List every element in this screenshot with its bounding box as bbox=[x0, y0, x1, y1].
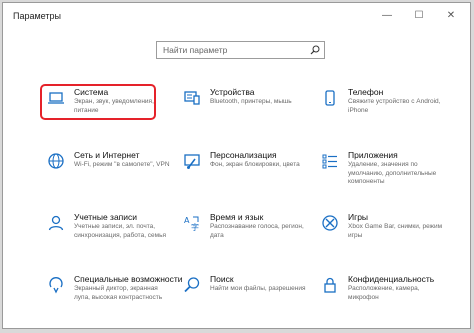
category-devices[interactable]: Устройства Bluetooth, принтеры, мышь bbox=[175, 82, 310, 134]
category-description: Распознавание голоса, регион, дата bbox=[210, 223, 304, 239]
category-description: Фон, экран блокировки, цвета bbox=[210, 161, 300, 168]
category-search[interactable]: Поиск Найти мои файлы, разрешения bbox=[175, 269, 310, 321]
xbox-icon bbox=[321, 214, 339, 232]
svg-text:A: A bbox=[184, 216, 190, 225]
minimize-button[interactable]: — bbox=[376, 7, 398, 25]
window-title: Параметры bbox=[13, 11, 61, 21]
category-title: Специальные возможности bbox=[74, 274, 183, 284]
brush-icon bbox=[183, 152, 201, 170]
category-description: Учетные записи, эл. почта, синхронизация… bbox=[74, 223, 167, 239]
category-description: Wi-Fi, режим "в самолете", VPN bbox=[74, 161, 170, 168]
category-accounts[interactable]: Учетные записи Учетные записи, эл. почта… bbox=[39, 207, 174, 259]
category-accessibility[interactable]: Специальные возможности Экранный диктор,… bbox=[39, 269, 183, 321]
category-title: Телефон bbox=[348, 87, 384, 97]
category-title: Приложения bbox=[348, 150, 398, 160]
category-gaming[interactable]: Игры Xbox Game Bar, снимки, режим игры bbox=[313, 207, 448, 259]
category-description: Bluetooth, принтеры, мышь bbox=[210, 98, 292, 105]
lock-icon bbox=[321, 276, 339, 294]
search-icon[interactable] bbox=[310, 45, 320, 55]
category-description: Экранный диктор, экранная лупа, высокая … bbox=[74, 285, 163, 301]
category-apps[interactable]: Приложения Удаление, значения по умолчан… bbox=[313, 145, 448, 197]
category-title: Сеть и Интернет bbox=[74, 150, 140, 160]
close-button[interactable]: ✕ bbox=[440, 7, 462, 25]
category-time-language[interactable]: A字 Время и язык Распознавание голоса, ре… bbox=[175, 207, 310, 259]
apps-list-icon bbox=[321, 152, 339, 170]
category-title: Игры bbox=[348, 212, 369, 222]
category-title: Поиск bbox=[210, 274, 234, 284]
category-description: Удаление, значения по умолчанию, дополни… bbox=[348, 161, 437, 186]
settings-window: Параметры — ☐ ✕ Найти параметр Система Э… bbox=[2, 2, 471, 329]
category-title: Устройства bbox=[210, 87, 255, 97]
search-input[interactable]: Найти параметр bbox=[163, 45, 227, 55]
highlight-frame bbox=[40, 84, 156, 120]
svg-text:字: 字 bbox=[191, 222, 199, 232]
category-network[interactable]: Сеть и Интернет Wi-Fi, режим "в самолете… bbox=[39, 145, 174, 197]
category-personalization[interactable]: Персонализация Фон, экран блокировки, цв… bbox=[175, 145, 310, 197]
search-box[interactable]: Найти параметр bbox=[156, 41, 325, 59]
category-title: Время и язык bbox=[210, 212, 264, 222]
category-description: Найти мои файлы, разрешения bbox=[210, 285, 306, 292]
category-title: Персонализация bbox=[210, 150, 277, 160]
category-description: Свяжите устройство с Android, iPhone bbox=[348, 98, 441, 114]
devices-icon bbox=[183, 89, 201, 107]
phone-icon bbox=[321, 89, 339, 107]
time-language-icon: A字 bbox=[183, 214, 201, 232]
category-title: Учетные записи bbox=[74, 212, 138, 222]
globe-icon bbox=[47, 152, 65, 170]
title-bar: Параметры — ☐ ✕ bbox=[3, 3, 470, 31]
maximize-button[interactable]: ☐ bbox=[408, 7, 430, 25]
category-description: Xbox Game Bar, снимки, режим игры bbox=[348, 223, 443, 239]
category-title: Конфиденциальность bbox=[348, 274, 435, 284]
accessibility-icon bbox=[47, 276, 65, 294]
account-icon bbox=[47, 214, 65, 232]
category-description: Расположение, камера, микрофон bbox=[348, 285, 420, 301]
search-category-icon bbox=[183, 276, 201, 294]
category-privacy[interactable]: Конфиденциальность Расположение, камера,… bbox=[313, 269, 448, 321]
category-phone[interactable]: Телефон Свяжите устройство с Android, iP… bbox=[313, 82, 448, 134]
